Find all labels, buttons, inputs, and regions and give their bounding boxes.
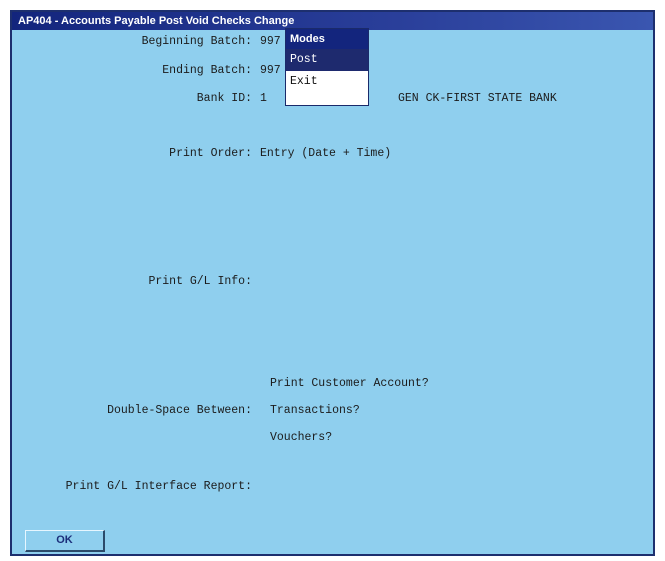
vouchers-option[interactable]: Vouchers?	[270, 431, 332, 444]
app-window: AP404 - Accounts Payable Post Void Check…	[10, 10, 655, 556]
print-gl-interface-label: Print G/L Interface Report:	[65, 480, 252, 493]
double-space-label: Double-Space Between:	[107, 404, 252, 417]
beginning-batch-field[interactable]: 997	[260, 35, 281, 48]
modes-menu-header: Modes	[286, 29, 368, 49]
bank-id-field[interactable]: 1	[260, 92, 267, 105]
menu-item-exit[interactable]: Exit	[286, 71, 368, 93]
beginning-batch-label: Beginning Batch:	[141, 35, 252, 48]
modes-menu: Modes Post Exit	[285, 28, 369, 106]
print-customer-account-option[interactable]: Print Customer Account?	[270, 377, 429, 390]
print-order-label: Print Order:	[169, 147, 252, 160]
ending-batch-label: Ending Batch:	[162, 64, 252, 77]
ok-button[interactable]: OK	[25, 530, 105, 552]
ending-batch-field[interactable]: 997	[260, 64, 281, 77]
print-order-field[interactable]: Entry (Date + Time)	[260, 147, 391, 160]
bank-description: GEN CK-FIRST STATE BANK	[398, 92, 557, 105]
bank-id-label: Bank ID:	[196, 92, 252, 105]
print-gl-info-label: Print G/L Info:	[148, 275, 252, 288]
transactions-option[interactable]: Transactions?	[270, 404, 360, 417]
menu-item-post[interactable]: Post	[286, 49, 368, 71]
